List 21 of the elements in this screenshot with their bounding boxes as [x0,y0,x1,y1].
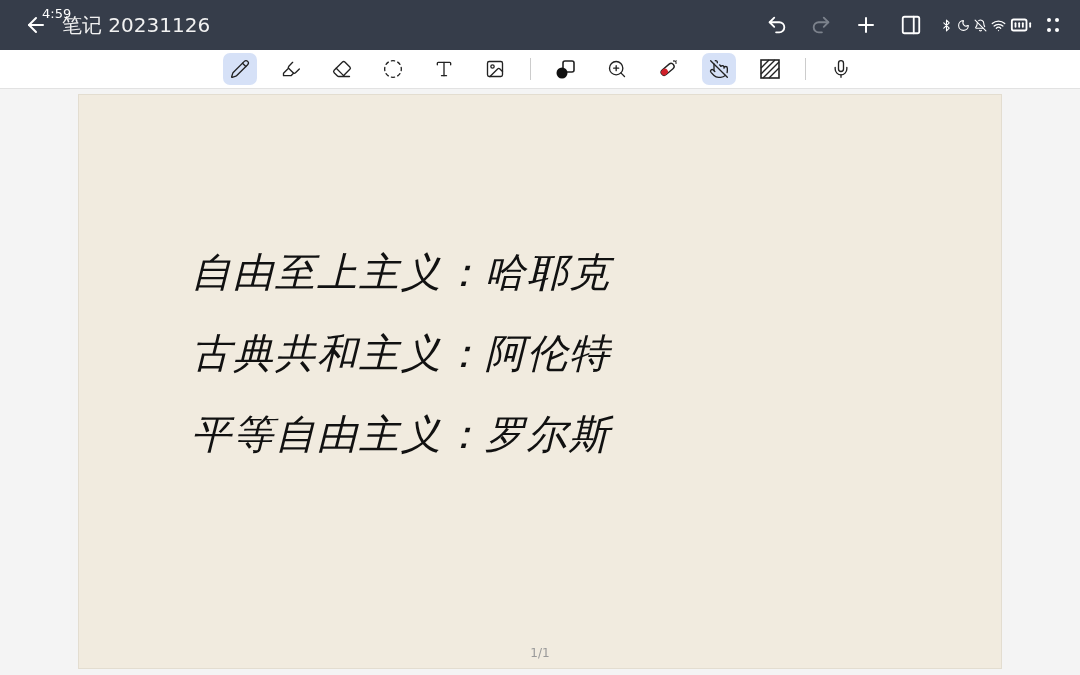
lasso-icon [382,59,403,79]
redo-icon [810,14,832,36]
pointer-off-icon [708,59,729,79]
hatch-pattern-icon [758,58,781,80]
touch-toggle[interactable] [701,53,736,85]
eraser-icon [331,59,352,79]
color-icon [554,58,577,80]
panel-icon [900,14,922,36]
undo-icon [766,14,788,36]
moon-icon [957,18,970,32]
marker-icon [280,59,301,79]
handwritten-line: 古典共和主义：阿伦特 [191,329,611,378]
bell-off-icon [974,18,987,32]
wifi-icon [991,17,1006,33]
bluetooth-icon [940,18,953,32]
pen-icon [229,59,250,79]
zoom-in-icon [606,59,627,79]
grid-dots-icon[interactable] [1046,16,1060,34]
pen-tool[interactable] [222,53,257,85]
page-number: 1/1 [530,646,550,660]
image-icon [484,59,505,79]
